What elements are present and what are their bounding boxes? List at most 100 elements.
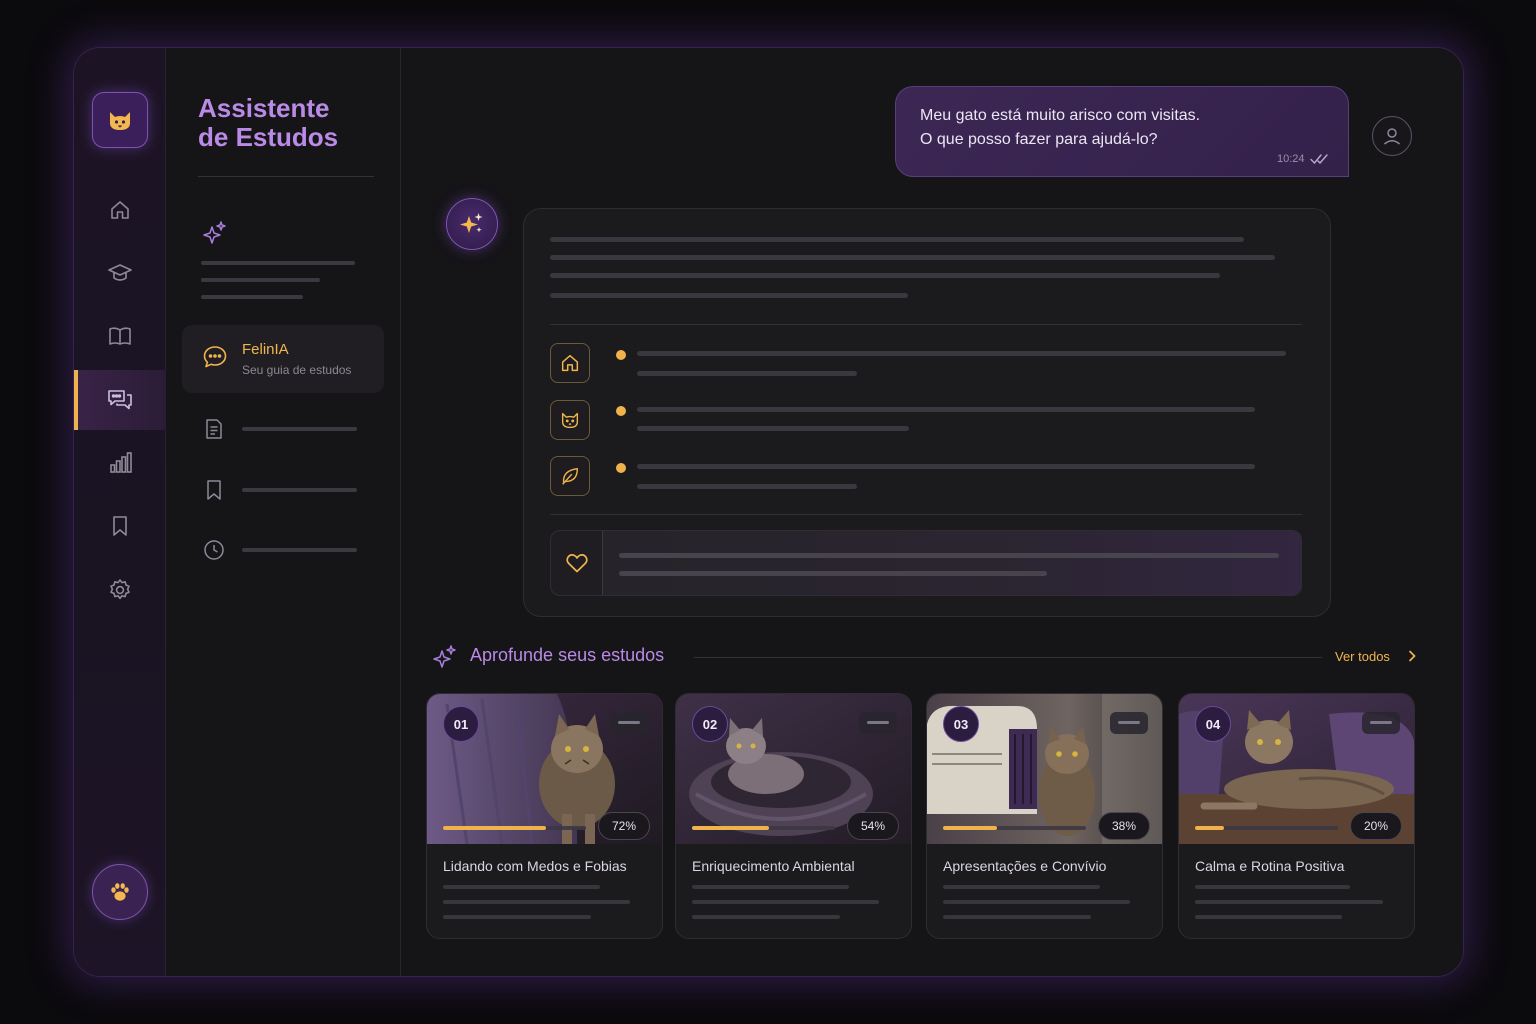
rail-courses[interactable] [74,243,166,303]
ai-assistant-avatar [446,198,498,250]
rail-chat[interactable] [74,370,166,430]
placeholder-line [692,900,879,904]
placeholder-line [550,293,908,298]
see-all-link[interactable]: Ver todos [1335,649,1390,664]
rail-home[interactable] [74,180,166,240]
placeholder-line [637,407,1255,412]
secondary-sidebar: Assistente de Estudos FelinIA Seu guia d… [166,48,401,976]
sparkle-icon [460,213,483,233]
placeholder-line [550,237,1244,242]
bullet-dot [616,406,626,416]
progress-track [692,826,835,830]
placeholder-line [943,885,1100,889]
user-message-line2: O que posso fazer para ajudá-lo? [920,131,1158,148]
paw-profile-button[interactable] [92,864,148,920]
placeholder-line [242,427,357,431]
gear-icon [110,579,130,600]
chat-bubble-icon [203,346,227,368]
card-title: Enriquecimento Ambiental [692,858,855,874]
heart-icon [565,554,588,573]
rail-library[interactable] [74,306,166,366]
progress-fill [692,826,770,830]
card-menu-pill[interactable] [859,712,897,734]
sidebar-divider [198,176,374,177]
study-card[interactable]: 01 72% Lidando com Medos e Fobias [426,693,663,939]
sparkle-icon [433,645,456,668]
placeholder-line [443,885,600,889]
placeholder-line [637,426,909,431]
chat-item-name: FelinIA [242,341,289,358]
rail-settings[interactable] [74,560,166,620]
progress-track [1195,826,1338,830]
tip-home-badge [550,343,590,383]
studies-section-header: Aprofunde seus estudos Ver todos [432,644,1416,670]
double-check-icon [1310,154,1328,165]
heart-badge [551,531,603,595]
section-title: Aprofunde seus estudos [470,645,665,665]
card-number: 01 [443,706,479,742]
study-card[interactable]: 02 54% Enriquecimento Ambiental [675,693,912,939]
progress-percent: 72% [598,812,650,840]
placeholder-line [201,261,355,265]
app-window: Assistente de Estudos FelinIA Seu guia d… [74,48,1463,976]
placeholder-line [550,273,1220,278]
tip-leaf-badge [550,456,590,496]
placeholder-line [1195,900,1383,904]
bullet-dot [616,350,626,360]
progress-fill [443,826,546,830]
progress-track [443,826,586,830]
rail-saved[interactable] [74,496,166,556]
message-time: 10:24 [1277,153,1305,165]
card-menu-pill[interactable] [1362,712,1400,734]
card-number: 03 [943,706,979,742]
progress-percent: 20% [1350,812,1402,840]
placeholder-line [1195,915,1342,919]
card-number: 04 [1195,706,1231,742]
cat-logo-icon[interactable] [92,92,148,148]
placeholder-line [637,351,1286,356]
placeholder-line [637,371,857,376]
progress-percent: 38% [1098,812,1150,840]
cat-face-icon [561,412,579,429]
rail-progress[interactable] [74,433,166,493]
user-icon [1384,128,1400,145]
chat-icon [108,390,132,410]
card-menu-pill[interactable] [610,712,648,734]
highlight-callout [550,530,1302,596]
bar-chart-icon [110,452,132,473]
paw-icon [111,883,129,901]
card-number: 02 [692,706,728,742]
study-card[interactable]: 04 20% Calma e Rotina Positiva [1178,693,1415,939]
card-title: Apresentações e Convívio [943,858,1107,874]
placeholder-line [943,900,1130,904]
graduation-cap-icon [108,264,132,281]
placeholder-line [619,571,1047,576]
chevron-right-icon[interactable] [1404,648,1420,664]
placeholder-line [242,488,357,492]
sidebar-title-line2: de Estudos [198,122,339,152]
placeholder-line [443,900,630,904]
ai-response-card [523,208,1331,617]
placeholder-line [242,548,357,552]
clock-icon[interactable] [202,538,226,562]
placeholder-line [443,915,591,919]
book-icon [109,327,131,345]
card-title: Lidando com Medos e Fobias [443,858,627,874]
study-card[interactable]: 03 38% Apresentações e Convívio [926,693,1163,939]
card-menu-pill[interactable] [1110,712,1148,734]
divider [550,324,1302,325]
sidebar-item-felinia[interactable]: FelinIA Seu guia de estudos [182,325,384,393]
bookmark-icon[interactable] [202,478,226,502]
user-message-line1: Meu gato está muito arisco com visitas. [920,107,1201,124]
placeholder-line [201,295,303,299]
sidebar-title-line1: Assistente [198,93,330,123]
document-icon[interactable] [202,417,226,441]
home-icon [111,201,129,219]
divider [550,514,1302,515]
placeholder-line [943,915,1091,919]
user-avatar[interactable] [1372,116,1412,156]
placeholder-line [201,278,320,282]
progress-fill [943,826,998,830]
home-icon [561,354,579,372]
icon-rail [74,48,166,976]
